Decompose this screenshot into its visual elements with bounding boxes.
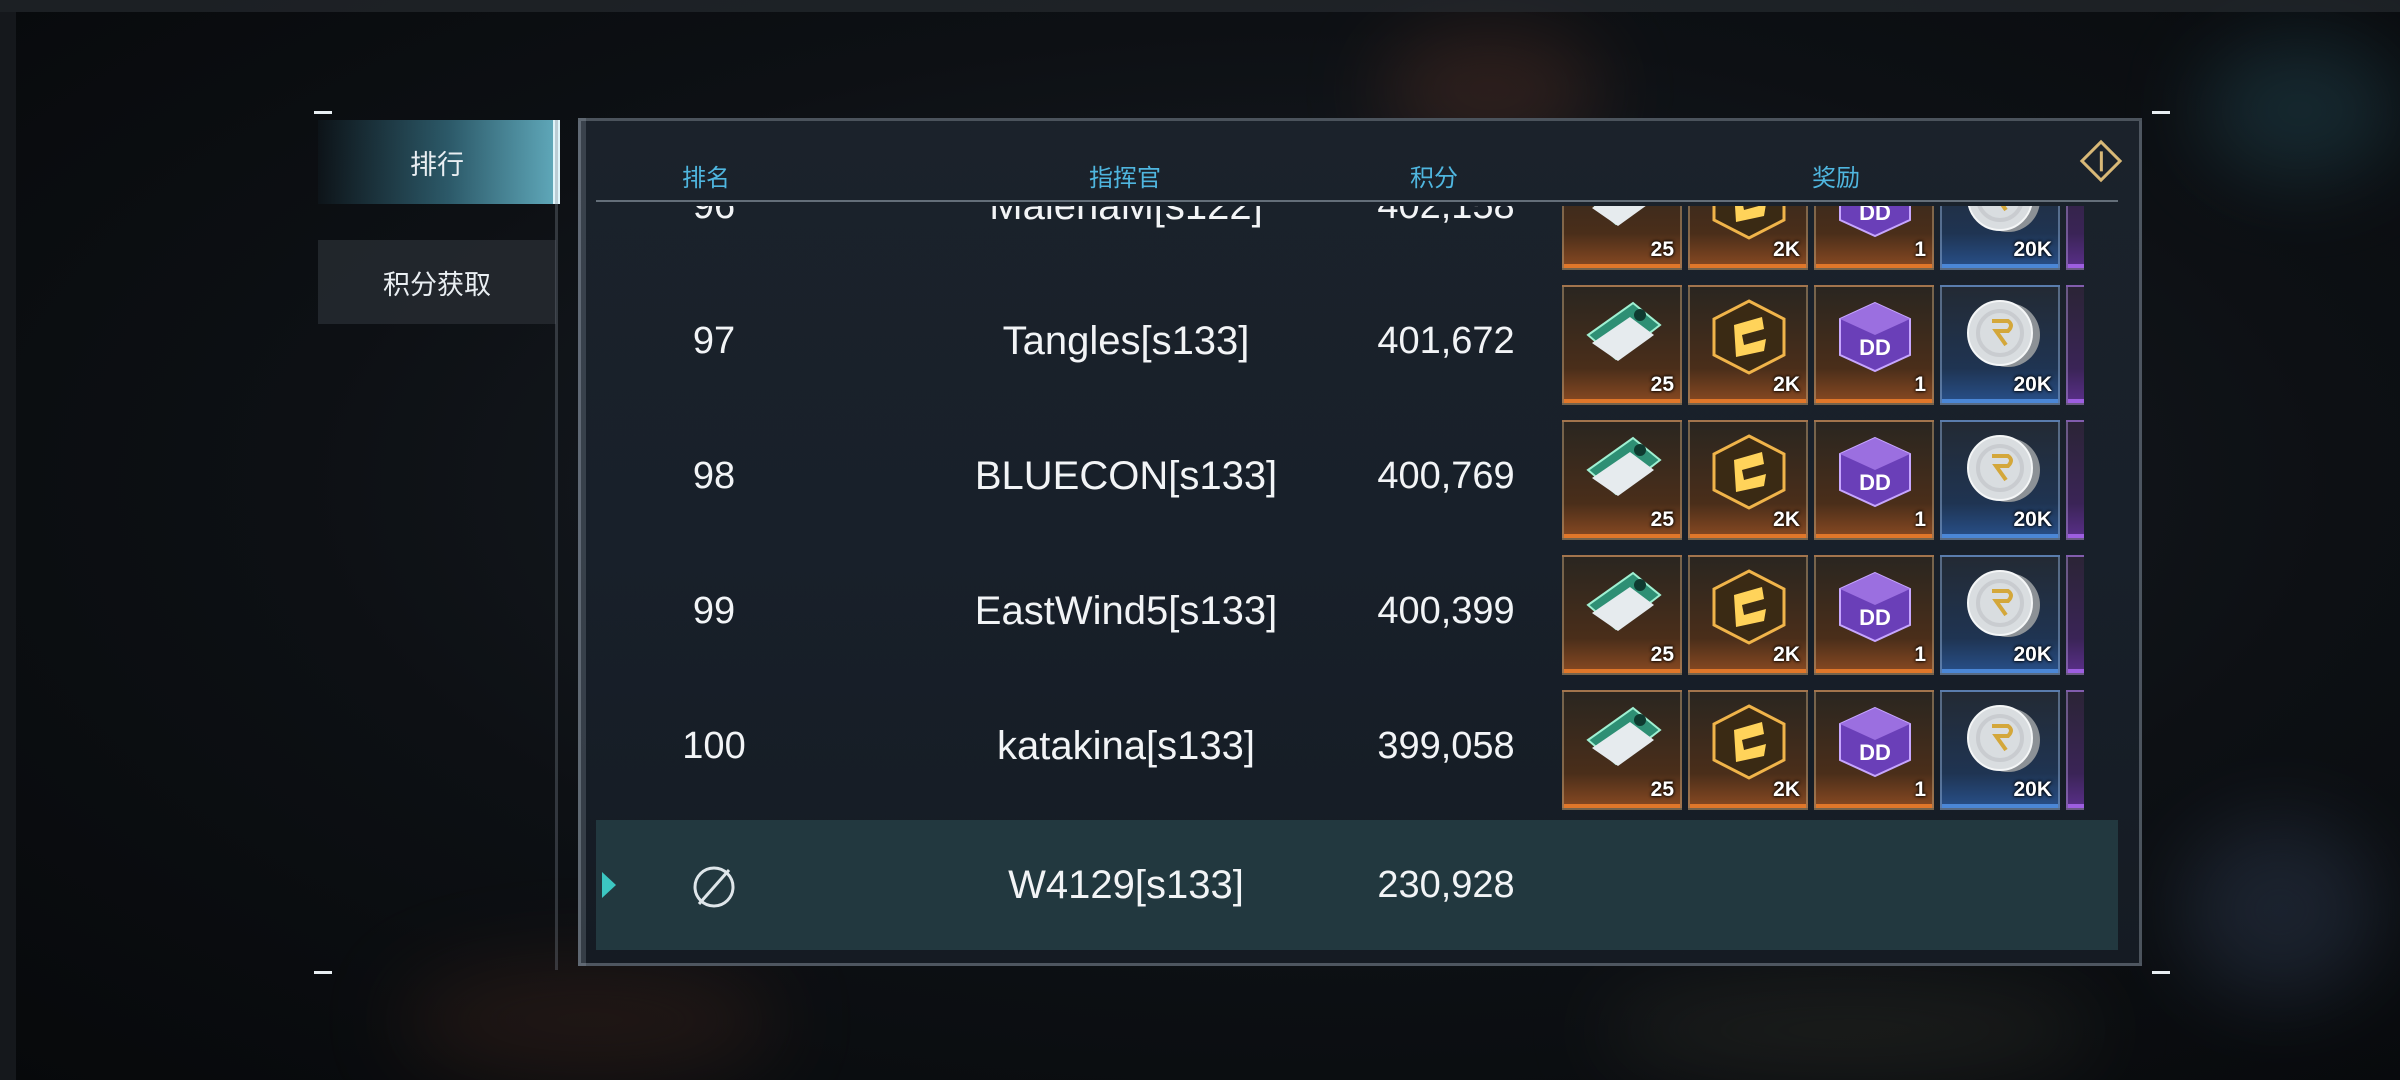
table-row: 96MalenaM[s122]402,158252KDD120K: [596, 206, 2084, 281]
reward-quantity: 2K: [1773, 508, 1800, 531]
data-chip-icon[interactable]: 25: [1562, 555, 1682, 675]
score-value: 400,769: [1377, 454, 1515, 497]
data-chip-icon[interactable]: 25: [1562, 206, 1682, 270]
score-value: 402,158: [1286, 206, 1606, 266]
gold-cube-icon[interactable]: 2K: [1688, 555, 1808, 675]
header-score: 积分: [1410, 165, 1458, 192]
my-row-arrow-icon: [602, 872, 616, 898]
reward-quantity: 2K: [1773, 238, 1800, 261]
reward-quantity: 20K: [2013, 238, 2052, 261]
my-ranking-row: W4129[s133] 230,928: [596, 820, 2118, 950]
data-chip-icon[interactable]: 25: [1562, 690, 1682, 810]
purple-item-icon[interactable]: [2066, 206, 2084, 270]
rank-value: 96: [656, 206, 772, 266]
reward-quantity: 25: [1650, 508, 1674, 531]
table-row: 97 Tangles[s133] 401,672 25 2K DD 1 20K: [596, 281, 2084, 416]
silver-coin-icon[interactable]: 20K: [1940, 555, 2060, 675]
table-header: 排名 指挥官 积分 奖励: [596, 150, 2118, 202]
purple-item-icon[interactable]: [2066, 285, 2084, 405]
svg-text:DD: DD: [1859, 740, 1891, 765]
my-score: 230,928: [1377, 863, 1515, 906]
gold-cube-icon[interactable]: 2K: [1688, 285, 1808, 405]
table-row: 98 BLUECON[s133] 400,769 25 2K DD 1 20K: [596, 416, 2084, 551]
unranked-icon: [693, 866, 735, 908]
svg-text:DD: DD: [1859, 335, 1891, 360]
score-value: 400,399: [1377, 589, 1515, 632]
rank-value: 100: [682, 724, 746, 767]
data-chip-icon[interactable]: 25: [1562, 285, 1682, 405]
gold-cube-icon[interactable]: 2K: [1688, 420, 1808, 540]
purple-dice-box-icon[interactable]: DD 1: [1814, 420, 1934, 540]
reward-quantity: 2K: [1773, 778, 1800, 801]
reward-quantity: 25: [1650, 238, 1674, 261]
svg-text:DD: DD: [1859, 206, 1891, 225]
purple-dice-box-icon[interactable]: DD 1: [1814, 206, 1934, 270]
reward-quantity: 25: [1650, 643, 1674, 666]
tab-points-source[interactable]: 积分获取: [318, 240, 556, 324]
score-value: 401,672: [1377, 319, 1515, 362]
side-tabs: 排行 积分获取: [318, 120, 560, 324]
rank-value: 99: [692, 589, 736, 632]
purple-dice-box-icon[interactable]: DD 1: [1814, 690, 1934, 810]
silver-coin-icon[interactable]: 20K: [1940, 285, 2060, 405]
svg-text:DD: DD: [1859, 470, 1891, 495]
purple-item-icon[interactable]: [2066, 420, 2084, 540]
gold-cube-icon[interactable]: 2K: [1688, 206, 1808, 270]
reward-quantity: 20K: [2013, 643, 2052, 666]
frame-corner-tl: [314, 111, 332, 114]
table-row: 99 EastWind5[s133] 400,399 25 2K DD 1 20K: [596, 551, 2084, 686]
silver-coin-icon[interactable]: 20K: [1940, 420, 2060, 540]
tab-ranking-label: 排行: [410, 149, 464, 180]
header-commander: 指挥官: [1089, 165, 1161, 192]
header-reward: 奖励: [1812, 165, 1860, 192]
reward-quantity: 2K: [1773, 373, 1800, 396]
reward-quantity: 25: [1650, 373, 1674, 396]
reward-quantity: 20K: [2013, 778, 2052, 801]
frame-corner-bl: [314, 971, 332, 974]
reward-quantity: 20K: [2013, 373, 2052, 396]
data-chip-icon[interactable]: 25: [1562, 420, 1682, 540]
panel-edge: [578, 118, 586, 966]
purple-dice-box-icon[interactable]: DD 1: [1814, 555, 1934, 675]
purple-item-icon[interactable]: [2066, 690, 2084, 810]
reward-quantity: 1: [1914, 508, 1926, 531]
purple-dice-box-icon[interactable]: DD 1: [1814, 285, 1934, 405]
silver-coin-icon[interactable]: 20K: [1940, 206, 2060, 270]
rank-value: 97: [692, 319, 736, 362]
tab-ranking[interactable]: 排行: [318, 120, 560, 204]
reward-quantity: 20K: [2013, 508, 2052, 531]
reward-quantity: 1: [1914, 778, 1926, 801]
score-value: 399,058: [1377, 724, 1515, 767]
rank-value: 98: [692, 454, 736, 497]
gold-cube-icon[interactable]: 2K: [1688, 690, 1808, 810]
reward-quantity: 2K: [1773, 643, 1800, 666]
tab-points-source-label: 积分获取: [383, 269, 491, 300]
frame-corner-br: [2152, 971, 2170, 974]
side-divider: [555, 120, 558, 970]
silver-coin-icon[interactable]: 20K: [1940, 690, 2060, 810]
reward-quantity: 1: [1914, 238, 1926, 261]
ranking-list[interactable]: 96MalenaM[s122]402,158252KDD120K97Tangle…: [596, 206, 2084, 820]
reward-quantity: 1: [1914, 643, 1926, 666]
purple-item-icon[interactable]: [2066, 555, 2084, 675]
header-rank: 排名: [682, 165, 730, 192]
reward-quantity: 25: [1650, 778, 1674, 801]
left-edge: [0, 12, 16, 1080]
top-bar: [0, 0, 2400, 12]
table-row: 100 katakina[s133] 399,058 25 2K DD 1 20K: [596, 686, 2084, 820]
svg-text:DD: DD: [1859, 605, 1891, 630]
frame-corner-tr: [2152, 111, 2170, 114]
reward-quantity: 1: [1914, 373, 1926, 396]
